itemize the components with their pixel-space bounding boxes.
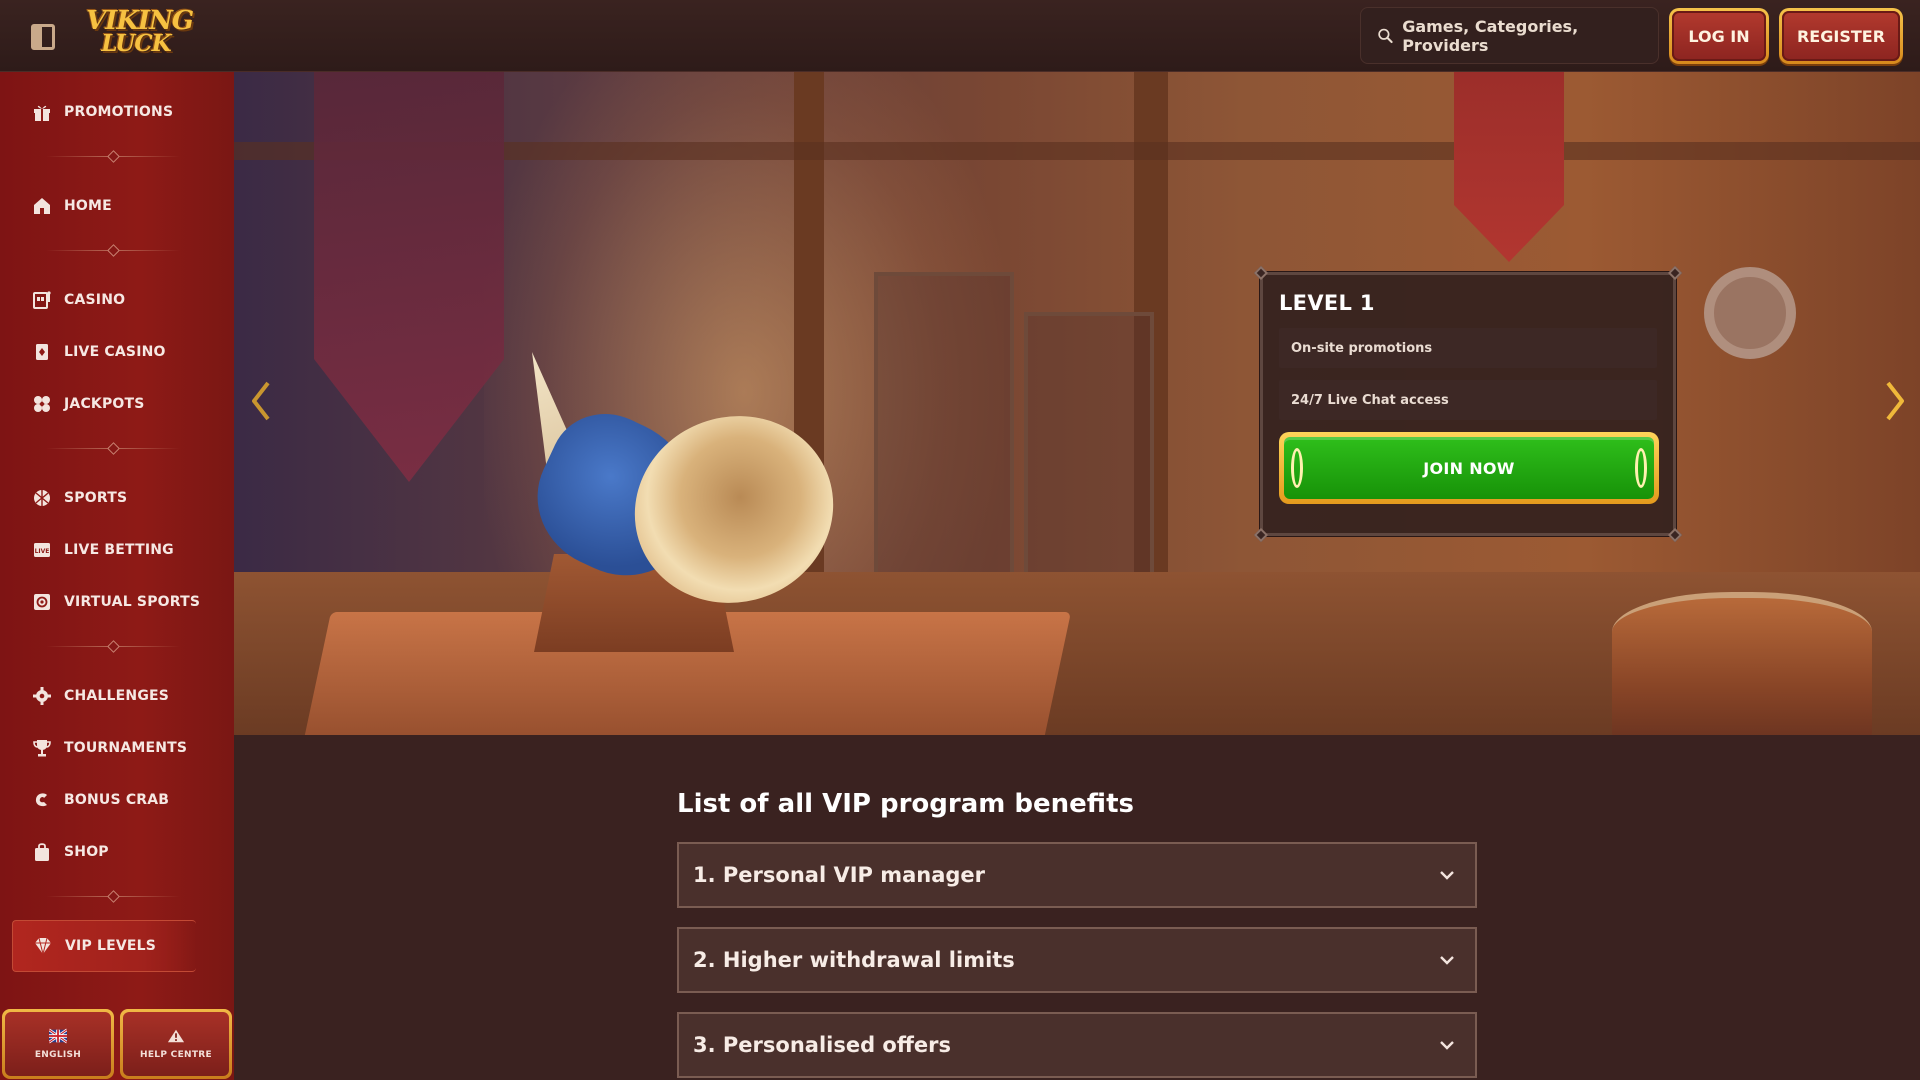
level-perk: 24/7 Live Chat access (1279, 380, 1657, 420)
logo[interactable]: VIKING LUCK (86, 4, 194, 60)
sidebar-item-live-casino[interactable]: LIVE CASINO (0, 330, 234, 374)
language-button[interactable]: ENGLISH (2, 1009, 114, 1079)
help-centre-label: HELP CENTRE (140, 1050, 212, 1060)
diamond-icon (35, 937, 51, 955)
logo-text-bottom: LUCK (101, 30, 171, 57)
sidebar-item-label: SHOP (64, 844, 109, 860)
benefit-label: 1. Personal VIP manager (693, 863, 986, 887)
sidebar-item-vip-levels[interactable]: VIP LEVELS (12, 920, 196, 972)
sidebar-item-virtual-sports[interactable]: VIRTUAL SPORTS (0, 580, 234, 624)
sidebar-divider (46, 245, 180, 255)
login-button[interactable]: LOG IN (1669, 8, 1769, 64)
card-corner-ornament (1667, 527, 1683, 543)
shelf (1024, 312, 1154, 612)
level-card: LEVEL 1 On-site promotions 24/7 Live Cha… (1253, 265, 1683, 543)
login-button-label: LOG IN (1672, 11, 1766, 61)
help-icon (167, 1029, 185, 1043)
banner-right (1454, 72, 1564, 262)
sidebar-divider (46, 891, 180, 901)
carousel-next-icon[interactable] (1884, 380, 1906, 422)
join-now-button[interactable]: JOIN NOW (1279, 432, 1659, 504)
sidebar-item-home[interactable]: HOME (0, 184, 234, 228)
top-bar: VIKING LUCK Games, Categories, Providers… (0, 0, 1920, 72)
benefit-label: 3. Personalised offers (693, 1033, 951, 1057)
sidebar: PROMOTIONS HOME CASINO LIVE CASINO JACKP… (0, 72, 234, 1080)
search-input[interactable]: Games, Categories, Providers (1360, 7, 1659, 64)
help-centre-button[interactable]: HELP CENTRE (120, 1009, 232, 1079)
sidebar-divider (46, 443, 180, 453)
sidebar-item-label: LIVE BETTING (64, 542, 174, 558)
sidebar-item-label: BONUS CRAB (64, 792, 170, 808)
card-corner-ornament (1253, 527, 1269, 543)
benefits-title: List of all VIP program benefits (677, 789, 1134, 819)
sidebar-item-label: LIVE CASINO (64, 344, 166, 360)
wall-shield (1704, 267, 1796, 359)
search-placeholder: Games, Categories, Providers (1402, 16, 1579, 55)
benefit-label: 2. Higher withdrawal limits (693, 948, 1015, 972)
gear-icon (33, 687, 51, 705)
benefit-accordion-item[interactable]: 3. Personalised offers (677, 1012, 1477, 1078)
sidebar-item-label: CASINO (64, 292, 126, 308)
sidebar-item-label: VIRTUAL SPORTS (64, 594, 201, 610)
banner-left (314, 72, 504, 482)
chevron-down-icon (1440, 1041, 1454, 1050)
level-perk: On-site promotions (1279, 328, 1657, 368)
ball-icon (34, 490, 50, 506)
sidebar-item-sports[interactable]: SPORTS (0, 476, 234, 520)
virtual-icon (34, 594, 50, 610)
crab-icon (35, 793, 47, 807)
sidebar-item-label: VIP LEVELS (65, 938, 157, 954)
register-button[interactable]: REGISTER (1779, 8, 1903, 64)
sidebar-item-shop[interactable]: SHOP (0, 830, 234, 874)
benefit-accordion-item[interactable]: 1. Personal VIP manager (677, 842, 1477, 908)
level-title: LEVEL 1 (1279, 291, 1375, 315)
trophy-icon (33, 740, 51, 757)
search-icon (1378, 28, 1393, 43)
sidebar-item-promotions[interactable]: PROMOTIONS (0, 90, 234, 134)
cards-icon (36, 344, 48, 360)
sidebar-divider (46, 641, 180, 651)
clover-icon (34, 396, 50, 412)
gift-icon (34, 105, 50, 121)
sidebar-item-label: JACKPOTS (64, 396, 145, 412)
sidebar-divider (46, 151, 180, 161)
sidebar-item-challenges[interactable]: CHALLENGES (0, 674, 234, 718)
sidebar-item-label: CHALLENGES (64, 688, 170, 704)
card-corner-ornament (1667, 265, 1683, 281)
sidebar-item-bonus-crab[interactable]: BONUS CRAB (0, 778, 234, 822)
sidebar-item-live-betting[interactable]: LIVE LIVE BETTING (0, 528, 234, 572)
sidebar-item-label: SPORTS (64, 490, 128, 506)
sidebar-item-tournaments[interactable]: TOURNAMENTS (0, 726, 234, 770)
slot-machine-icon (33, 291, 51, 309)
carousel-prev-icon[interactable] (250, 380, 272, 422)
benefit-accordion-item[interactable]: 2. Higher withdrawal limits (677, 927, 1477, 993)
chevron-down-icon (1440, 956, 1454, 965)
register-button-label: REGISTER (1782, 11, 1900, 61)
sidebar-item-casino[interactable]: CASINO (0, 278, 234, 322)
sidebar-toggle-icon[interactable] (31, 24, 55, 50)
benefits-section: List of all VIP program benefits 1. Pers… (234, 735, 1920, 1080)
sidebar-item-jackpots[interactable]: JACKPOTS (0, 382, 234, 426)
sidebar-item-label: HOME (64, 198, 112, 214)
barrel (1612, 592, 1872, 735)
uk-flag-icon (49, 1028, 67, 1044)
live-icon: LIVE (34, 543, 50, 557)
hero-banner: LEVEL 1 On-site promotions 24/7 Live Cha… (234, 72, 1920, 735)
card-corner-ornament (1253, 265, 1269, 281)
bag-icon (35, 843, 49, 861)
sidebar-item-label: TOURNAMENTS (64, 740, 188, 756)
language-label: ENGLISH (34, 1050, 82, 1060)
button-ornament-left (1291, 448, 1303, 488)
home-icon (34, 198, 50, 214)
button-ornament-right (1635, 448, 1647, 488)
chevron-down-icon (1440, 871, 1454, 880)
join-now-label: JOIN NOW (1284, 437, 1654, 499)
sidebar-item-label: PROMOTIONS (64, 104, 174, 120)
shelf (874, 272, 1014, 602)
svg-text:LIVE: LIVE (35, 548, 50, 555)
